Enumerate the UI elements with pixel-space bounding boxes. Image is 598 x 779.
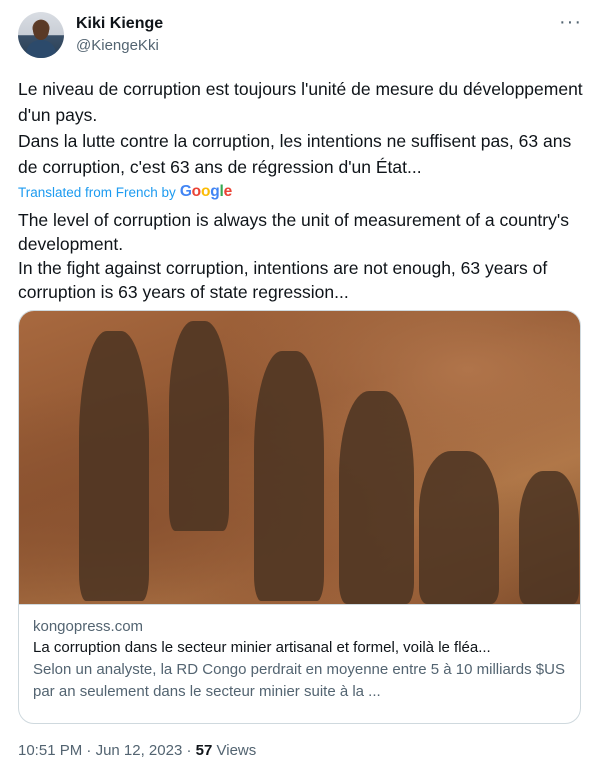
worker-figure bbox=[339, 391, 414, 604]
link-domain: kongopress.com bbox=[33, 618, 144, 635]
translated-paragraph: The level of corruption is always the un… bbox=[18, 210, 569, 254]
avatar[interactable] bbox=[18, 12, 64, 58]
original-paragraph: Le niveau de corruption est toujours l'u… bbox=[18, 79, 583, 125]
worker-figure bbox=[254, 351, 324, 601]
original-paragraph: Dans la lutte contre la corruption, les … bbox=[18, 131, 572, 177]
author-name[interactable]: Kiki Kienge bbox=[76, 15, 163, 33]
link-card-info: kongopress.com La corruption dans le sec… bbox=[33, 617, 568, 703]
avatar-shoulders bbox=[26, 40, 56, 58]
link-card-image[interactable] bbox=[19, 311, 580, 605]
link-description: Selon un analyste, la RD Congo perdrait … bbox=[33, 661, 565, 700]
author-handle[interactable]: @KiengeKki bbox=[76, 37, 159, 54]
more-horizontal-icon[interactable]: ··· bbox=[559, 12, 582, 32]
avatar-head bbox=[33, 20, 49, 40]
tweet-date[interactable]: Jun 12, 2023 bbox=[96, 742, 183, 759]
tweet-original-text: Le niveau de corruption est toujours l'u… bbox=[18, 76, 584, 180]
worker-figure bbox=[79, 331, 149, 601]
views-count[interactable]: 57 bbox=[196, 742, 213, 759]
link-title: La corruption dans le secteur minier art… bbox=[33, 639, 491, 656]
worker-figure bbox=[519, 471, 579, 604]
views-label: Views bbox=[216, 742, 257, 759]
worker-figure bbox=[419, 451, 499, 604]
meta-separator: · bbox=[86, 742, 92, 759]
meta-separator: · bbox=[186, 742, 192, 759]
translation-notice[interactable]: Translated from French by Google bbox=[18, 183, 232, 201]
tweet-meta: 10:51 PM · Jun 12, 2023 · 57 Views bbox=[18, 742, 256, 759]
tweet-header: Kiki Kienge @KiengeKki ··· bbox=[18, 12, 584, 60]
translated-paragraph: In the fight against corruption, intenti… bbox=[18, 258, 548, 302]
translation-label: Translated from French by bbox=[18, 184, 176, 200]
worker-figure bbox=[169, 321, 229, 531]
google-logo: Google bbox=[179, 183, 233, 200]
tweet-time[interactable]: 10:51 PM bbox=[18, 742, 82, 759]
tweet-translated-text: The level of corruption is always the un… bbox=[18, 208, 584, 304]
link-card[interactable]: kongopress.com La corruption dans le sec… bbox=[18, 310, 581, 724]
